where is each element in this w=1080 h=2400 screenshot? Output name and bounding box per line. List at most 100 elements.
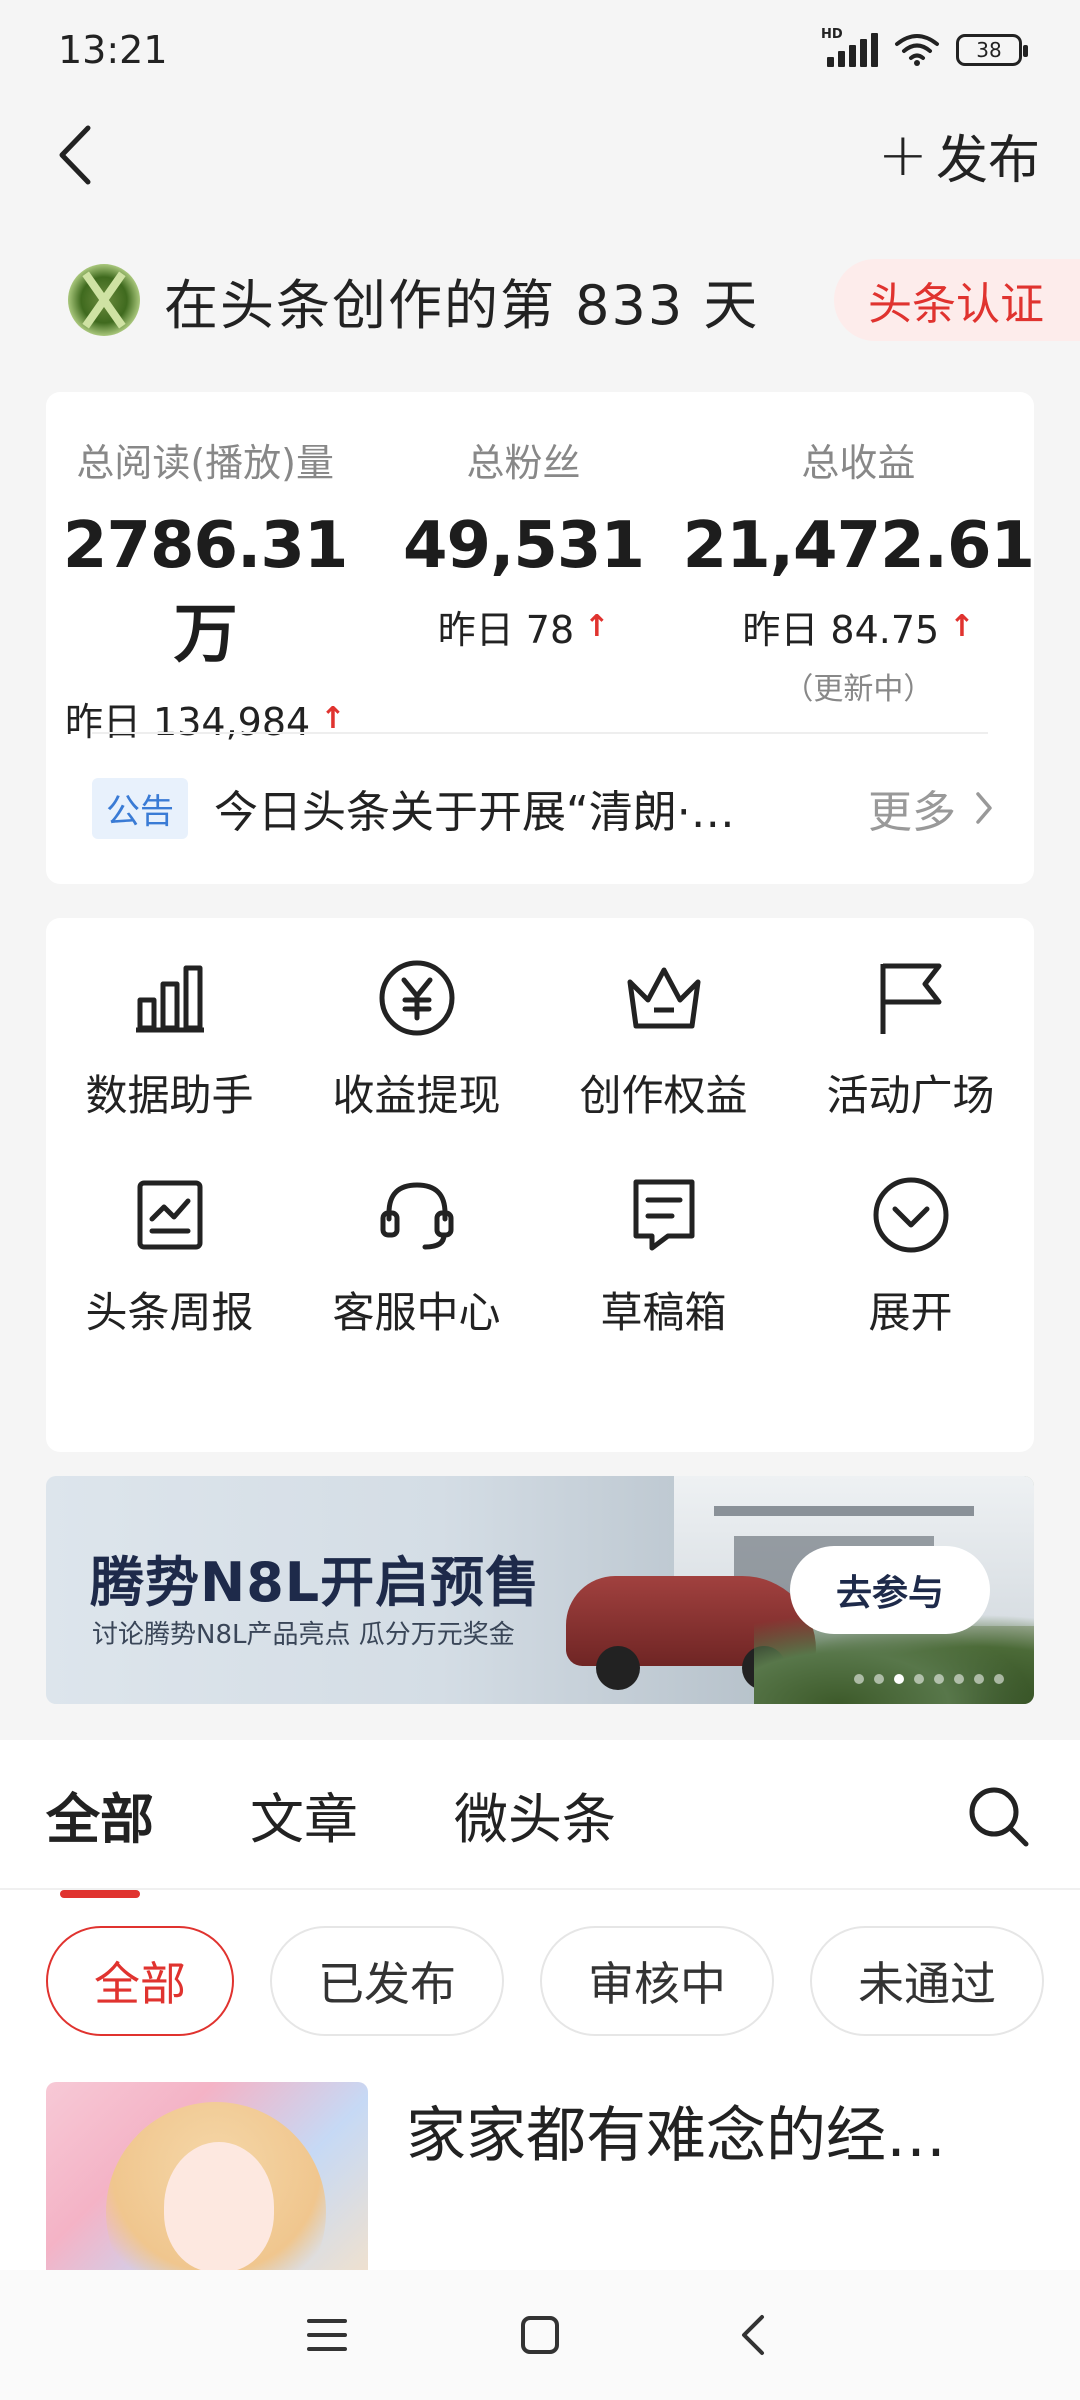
- status-filter-row: 全部 已发布 审核中 未通过: [46, 1926, 1044, 2036]
- chevron-left-icon: [59, 125, 91, 185]
- banner-dot: [974, 1674, 984, 1684]
- banner-cta-button[interactable]: 去参与: [790, 1546, 990, 1634]
- creator-days-text: 在头条创作的第 833 天: [164, 273, 760, 337]
- stat-delta-text: 昨日 84.75: [742, 608, 940, 652]
- stat-delta: 昨日 78 ↑: [364, 599, 682, 654]
- banner-dot: [854, 1674, 864, 1684]
- tool-label: 展开: [868, 1288, 953, 1337]
- stats-card: 总阅读(播放)量 2786.31万 昨日 134,984 ↑ 总粉丝 49,53…: [46, 392, 1035, 884]
- stat-updating-note: （更新中）: [783, 672, 934, 707]
- content-tabs: 全部 文章 微头条: [0, 1740, 1080, 1898]
- bar-chart-icon: [130, 958, 210, 1038]
- stat-delta: 昨日 134,984 ↑: [46, 691, 364, 746]
- divider: [92, 732, 988, 734]
- expand-icon: [871, 1175, 951, 1255]
- signal-icon: HD: [821, 27, 878, 67]
- menu-icon: [306, 2319, 347, 2351]
- stat-value: 21,472.61: [682, 509, 1035, 583]
- tool-weekly-report[interactable]: 头条周报: [46, 1175, 293, 1340]
- tool-label: 头条周报: [85, 1288, 254, 1337]
- arrow-up-icon: ↑: [949, 609, 975, 644]
- tool-customer-service[interactable]: 客服中心: [293, 1175, 540, 1340]
- more-label: 更多: [868, 787, 956, 838]
- back-button[interactable]: [44, 120, 104, 190]
- tool-label: 数据助手: [85, 1071, 254, 1120]
- wifi-icon: [895, 34, 939, 66]
- creator-row: 在头条创作的第 833 天 头条认证: [0, 255, 1080, 345]
- banner-subtitle: 讨论腾势N8L产品亮点 瓜分万元奖金: [92, 1620, 515, 1650]
- arrow-up-icon: ↑: [320, 701, 346, 736]
- stat-total-reads[interactable]: 总阅读(播放)量 2786.31万 昨日 134,984 ↑: [46, 432, 364, 746]
- search-button[interactable]: [964, 1782, 1034, 1852]
- status-bar: 13:21 HD 38: [0, 0, 1080, 100]
- system-back-button[interactable]: [718, 2300, 788, 2370]
- stat-label: 总收益: [801, 441, 916, 485]
- tool-creator-benefits[interactable]: 创作权益: [540, 958, 787, 1123]
- banner-dot: [934, 1674, 944, 1684]
- system-nav-bar: [0, 2270, 1080, 2400]
- certification-badge[interactable]: 头条认证: [834, 259, 1080, 341]
- filter-chip-reviewing[interactable]: 审核中: [540, 1926, 774, 2036]
- avatar[interactable]: [68, 264, 140, 336]
- tab-all[interactable]: 全部: [46, 1775, 154, 1898]
- home-square-icon: [520, 2316, 559, 2354]
- article-title: 家家都有难念的经…: [406, 2101, 946, 2171]
- headset-icon: [377, 1175, 457, 1255]
- filter-chip-all[interactable]: 全部: [46, 1926, 234, 2036]
- banner-pagination: [854, 1674, 1004, 1684]
- tab-micro-posts[interactable]: 微头条: [454, 1775, 616, 1854]
- draft-icon: [624, 1175, 704, 1255]
- tab-articles[interactable]: 文章: [250, 1775, 358, 1854]
- more-link[interactable]: 更多: [868, 776, 994, 840]
- status-icons: HD 38: [821, 27, 1028, 67]
- banner-dot: [914, 1674, 924, 1684]
- tool-data-assistant[interactable]: 数据助手: [46, 958, 293, 1123]
- arrow-up-icon: ↑: [584, 609, 610, 644]
- yuan-coin-icon: [377, 958, 457, 1038]
- battery-icon: 38: [956, 34, 1028, 66]
- promo-banner[interactable]: 腾势N8L开启预售 讨论腾势N8L产品亮点 瓜分万元奖金 去参与: [46, 1476, 1034, 1704]
- stat-label: 总粉丝: [466, 441, 581, 485]
- stat-value: 2786.31万: [62, 509, 349, 672]
- battery-level: 38: [976, 38, 1002, 62]
- tool-earnings-withdraw[interactable]: 收益提现: [293, 958, 540, 1123]
- banner-dot: [874, 1674, 884, 1684]
- flag-icon: [871, 958, 951, 1038]
- notice-tag: 公告: [92, 777, 188, 839]
- tool-activity-square[interactable]: 活动广场: [787, 958, 1034, 1123]
- tool-label: 收益提现: [332, 1071, 501, 1120]
- banner-dot: [954, 1674, 964, 1684]
- status-time: 13:21: [58, 28, 168, 72]
- stat-value: 49,531: [403, 509, 645, 583]
- notice-text: 今日头条关于开展“清朗·…: [214, 787, 735, 838]
- home-button[interactable]: [505, 2300, 575, 2370]
- publish-label: 发布: [935, 130, 1040, 191]
- banner-title: 腾势N8L开启预售: [90, 1551, 541, 1614]
- stats-row: 总阅读(播放)量 2786.31万 昨日 134,984 ↑ 总粉丝 49,53…: [46, 392, 1035, 746]
- crown-icon: [624, 958, 704, 1038]
- stat-label: 总阅读(播放)量: [76, 441, 334, 485]
- report-chart-icon: [130, 1175, 210, 1255]
- network-type-label: HD: [821, 27, 843, 42]
- stat-total-earnings[interactable]: 总收益 21,472.61 昨日 84.75 ↑ （更新中）: [682, 432, 1035, 746]
- plus-icon: +: [877, 120, 928, 190]
- back-triangle-icon: [742, 2315, 765, 2355]
- nav-bar: + 发布: [0, 110, 1080, 200]
- filter-chip-published[interactable]: 已发布: [270, 1926, 504, 2036]
- tool-label: 活动广场: [826, 1071, 995, 1120]
- menu-button[interactable]: [292, 2300, 362, 2370]
- notice-row[interactable]: 公告 今日头条关于开展“清朗·… 更多: [92, 770, 994, 846]
- stat-delta-text: 昨日 134,984: [64, 700, 311, 744]
- publish-button[interactable]: + 发布: [878, 118, 1040, 193]
- tool-label: 草稿箱: [600, 1288, 727, 1337]
- article-list-item[interactable]: 家家都有难念的经…: [46, 2082, 1046, 2272]
- tool-expand[interactable]: 展开: [787, 1175, 1034, 1340]
- stat-delta: 昨日 84.75 ↑: [683, 599, 1034, 654]
- article-thumbnail: [46, 2082, 368, 2272]
- banner-dot: [894, 1674, 904, 1684]
- chevron-right-icon: [976, 792, 992, 824]
- search-icon: [969, 1787, 1029, 1847]
- stat-total-fans[interactable]: 总粉丝 49,531 昨日 78 ↑: [364, 432, 682, 746]
- tool-drafts[interactable]: 草稿箱: [540, 1175, 787, 1340]
- filter-chip-rejected[interactable]: 未通过: [810, 1926, 1044, 2036]
